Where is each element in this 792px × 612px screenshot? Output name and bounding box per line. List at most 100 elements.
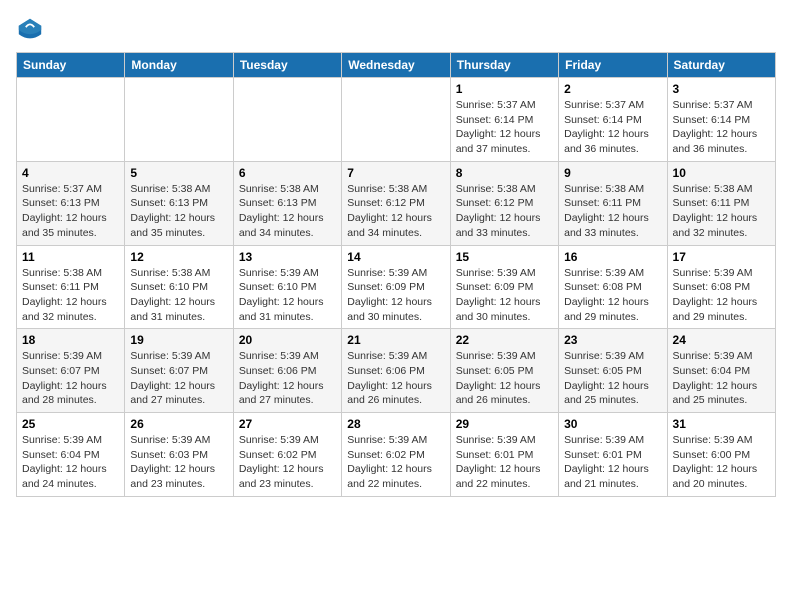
day-info: Sunrise: 5:39 AM Sunset: 6:03 PM Dayligh… [130, 433, 227, 492]
day-info: Sunrise: 5:39 AM Sunset: 6:05 PM Dayligh… [456, 349, 553, 408]
day-number: 27 [239, 417, 336, 431]
day-number: 6 [239, 166, 336, 180]
calendar-day-cell: 4Sunrise: 5:37 AM Sunset: 6:13 PM Daylig… [17, 161, 125, 245]
day-info: Sunrise: 5:37 AM Sunset: 6:14 PM Dayligh… [673, 98, 770, 157]
day-number: 22 [456, 333, 553, 347]
day-number: 3 [673, 82, 770, 96]
calendar-day-cell: 5Sunrise: 5:38 AM Sunset: 6:13 PM Daylig… [125, 161, 233, 245]
calendar-day-cell: 25 Sunrise: 5:39 AM Sunset: 6:04 PM Dayli… [17, 413, 125, 497]
day-number: 8 [456, 166, 553, 180]
calendar-day-cell: 21 Sunrise: 5:39 AM Sunset: 6:06 PM Dayli… [342, 329, 450, 413]
calendar-table: SundayMondayTuesdayWednesdayThursdayFrid… [16, 52, 776, 497]
day-number: 28 [347, 417, 444, 431]
day-number: 20 [239, 333, 336, 347]
day-number: 24 [673, 333, 770, 347]
calendar-day-cell: 8 Sunrise: 5:38 AM Sunset: 6:12 PM Daylig… [450, 161, 558, 245]
day-info: Sunrise: 5:38 AM Sunset: 6:11 PM Dayligh… [673, 182, 770, 241]
calendar-day-cell: 11 Sunrise: 5:38 AM Sunset: 6:11 PM Dayli… [17, 245, 125, 329]
day-info: Sunrise: 5:39 AM Sunset: 6:09 PM Dayligh… [347, 266, 444, 325]
calendar-day-cell: 13 Sunrise: 5:39 AM Sunset: 6:10 PM Dayli… [233, 245, 341, 329]
day-of-week-header: Friday [559, 53, 667, 78]
day-number: 1 [456, 82, 553, 96]
calendar-day-cell: 3 Sunrise: 5:37 AM Sunset: 6:14 PM Daylig… [667, 78, 775, 162]
day-of-week-header: Wednesday [342, 53, 450, 78]
calendar-day-cell: 22 Sunrise: 5:39 AM Sunset: 6:05 PM Dayli… [450, 329, 558, 413]
calendar-day-cell: 18 Sunrise: 5:39 AM Sunset: 6:07 PM Dayli… [17, 329, 125, 413]
calendar-day-cell: 19 Sunrise: 5:39 AM Sunset: 6:07 PM Dayli… [125, 329, 233, 413]
calendar-day-cell [125, 78, 233, 162]
day-number: 31 [673, 417, 770, 431]
day-number: 5 [130, 166, 227, 180]
day-info: Sunrise: 5:39 AM Sunset: 6:07 PM Dayligh… [22, 349, 119, 408]
page-header [16, 16, 776, 44]
day-number: 16 [564, 250, 661, 264]
day-info: Sunrise: 5:39 AM Sunset: 6:02 PM Dayligh… [239, 433, 336, 492]
day-number: 30 [564, 417, 661, 431]
calendar-day-cell: 28 Sunrise: 5:39 AM Sunset: 6:02 PM Dayli… [342, 413, 450, 497]
day-number: 29 [456, 417, 553, 431]
day-info: Sunrise: 5:39 AM Sunset: 6:02 PM Dayligh… [347, 433, 444, 492]
calendar-week-row: 18 Sunrise: 5:39 AM Sunset: 6:07 PM Dayli… [17, 329, 776, 413]
day-info: Sunrise: 5:39 AM Sunset: 6:05 PM Dayligh… [564, 349, 661, 408]
day-info: Sunrise: 5:39 AM Sunset: 6:06 PM Dayligh… [347, 349, 444, 408]
day-number: 18 [22, 333, 119, 347]
calendar-day-cell: 14 Sunrise: 5:39 AM Sunset: 6:09 PM Dayli… [342, 245, 450, 329]
calendar-week-row: 4Sunrise: 5:37 AM Sunset: 6:13 PM Daylig… [17, 161, 776, 245]
day-info: Sunrise: 5:38 AM Sunset: 6:11 PM Dayligh… [22, 266, 119, 325]
day-info: Sunrise: 5:37 AM Sunset: 6:14 PM Dayligh… [564, 98, 661, 157]
day-info: Sunrise: 5:39 AM Sunset: 6:04 PM Dayligh… [22, 433, 119, 492]
day-number: 25 [22, 417, 119, 431]
day-info: Sunrise: 5:38 AM Sunset: 6:11 PM Dayligh… [564, 182, 661, 241]
day-number: 15 [456, 250, 553, 264]
calendar-week-row: 25 Sunrise: 5:39 AM Sunset: 6:04 PM Dayli… [17, 413, 776, 497]
day-number: 26 [130, 417, 227, 431]
calendar-day-cell: 10Sunrise: 5:38 AM Sunset: 6:11 PM Dayli… [667, 161, 775, 245]
day-number: 13 [239, 250, 336, 264]
calendar-week-row: 11 Sunrise: 5:38 AM Sunset: 6:11 PM Dayli… [17, 245, 776, 329]
calendar-day-cell: 23 Sunrise: 5:39 AM Sunset: 6:05 PM Dayli… [559, 329, 667, 413]
day-number: 2 [564, 82, 661, 96]
day-of-week-header: Thursday [450, 53, 558, 78]
day-info: Sunrise: 5:39 AM Sunset: 6:01 PM Dayligh… [456, 433, 553, 492]
day-info: Sunrise: 5:38 AM Sunset: 6:13 PM Dayligh… [239, 182, 336, 241]
calendar-day-cell: 20 Sunrise: 5:39 AM Sunset: 6:06 PM Dayli… [233, 329, 341, 413]
day-number: 21 [347, 333, 444, 347]
day-info: Sunrise: 5:39 AM Sunset: 6:06 PM Dayligh… [239, 349, 336, 408]
calendar-week-row: 1 Sunrise: 5:37 AM Sunset: 6:14 PM Daylig… [17, 78, 776, 162]
calendar-day-cell: 31Sunrise: 5:39 AM Sunset: 6:00 PM Dayli… [667, 413, 775, 497]
day-number: 7 [347, 166, 444, 180]
day-info: Sunrise: 5:39 AM Sunset: 6:08 PM Dayligh… [673, 266, 770, 325]
calendar-day-cell: 12 Sunrise: 5:38 AM Sunset: 6:10 PM Dayli… [125, 245, 233, 329]
calendar-day-cell: 7 Sunrise: 5:38 AM Sunset: 6:12 PM Daylig… [342, 161, 450, 245]
day-info: Sunrise: 5:37 AM Sunset: 6:14 PM Dayligh… [456, 98, 553, 157]
header-row: SundayMondayTuesdayWednesdayThursdayFrid… [17, 53, 776, 78]
day-info: Sunrise: 5:39 AM Sunset: 6:10 PM Dayligh… [239, 266, 336, 325]
calendar-day-cell: 15Sunrise: 5:39 AM Sunset: 6:09 PM Dayli… [450, 245, 558, 329]
calendar-day-cell: 24 Sunrise: 5:39 AM Sunset: 6:04 PM Dayli… [667, 329, 775, 413]
day-of-week-header: Sunday [17, 53, 125, 78]
day-info: Sunrise: 5:39 AM Sunset: 6:04 PM Dayligh… [673, 349, 770, 408]
calendar-day-cell: 27 Sunrise: 5:39 AM Sunset: 6:02 PM Dayli… [233, 413, 341, 497]
day-info: Sunrise: 5:38 AM Sunset: 6:10 PM Dayligh… [130, 266, 227, 325]
day-number: 12 [130, 250, 227, 264]
calendar-day-cell [233, 78, 341, 162]
day-info: Sunrise: 5:39 AM Sunset: 6:07 PM Dayligh… [130, 349, 227, 408]
day-number: 17 [673, 250, 770, 264]
day-number: 11 [22, 250, 119, 264]
calendar-day-cell [342, 78, 450, 162]
day-number: 9 [564, 166, 661, 180]
day-number: 14 [347, 250, 444, 264]
calendar-day-cell: 16Sunrise: 5:39 AM Sunset: 6:08 PM Dayli… [559, 245, 667, 329]
calendar-day-cell: 9 Sunrise: 5:38 AM Sunset: 6:11 PM Daylig… [559, 161, 667, 245]
calendar-day-cell: 17 Sunrise: 5:39 AM Sunset: 6:08 PM Dayli… [667, 245, 775, 329]
day-number: 19 [130, 333, 227, 347]
day-info: Sunrise: 5:38 AM Sunset: 6:12 PM Dayligh… [456, 182, 553, 241]
day-info: Sunrise: 5:37 AM Sunset: 6:13 PM Dayligh… [22, 182, 119, 241]
day-number: 23 [564, 333, 661, 347]
logo-icon [16, 16, 44, 44]
calendar-day-cell: 2 Sunrise: 5:37 AM Sunset: 6:14 PM Daylig… [559, 78, 667, 162]
calendar-day-cell: 26 Sunrise: 5:39 AM Sunset: 6:03 PM Dayli… [125, 413, 233, 497]
day-info: Sunrise: 5:39 AM Sunset: 6:01 PM Dayligh… [564, 433, 661, 492]
calendar-day-cell: 6 Sunrise: 5:38 AM Sunset: 6:13 PM Daylig… [233, 161, 341, 245]
day-info: Sunrise: 5:38 AM Sunset: 6:12 PM Dayligh… [347, 182, 444, 241]
